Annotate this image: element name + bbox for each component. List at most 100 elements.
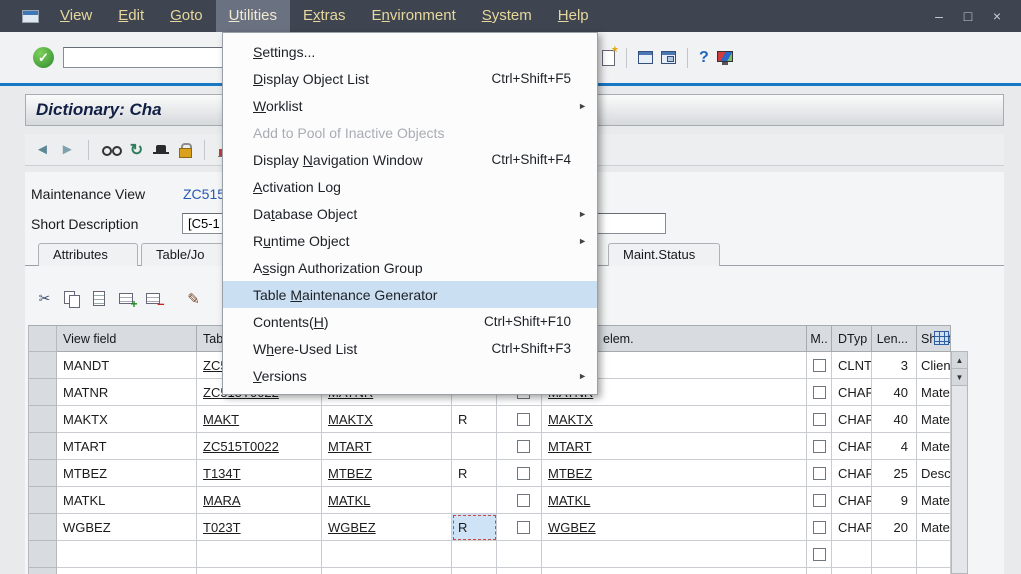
- row-selector[interactable]: [29, 568, 57, 574]
- menu-item[interactable]: Display Object List Ctrl+Shift+F5 ►: [223, 65, 597, 92]
- menu-item[interactable]: Where-Used List Ctrl+Shift+F3 ►: [223, 335, 597, 362]
- menu-item[interactable]: Display Navigation Window Ctrl+Shift+F4 …: [223, 146, 597, 173]
- minimize-icon[interactable]: –: [931, 8, 947, 24]
- tab-maint-status[interactable]: Maint.Status: [608, 243, 720, 266]
- cell-data-element-link[interactable]: MATKL: [542, 487, 807, 514]
- menu-item[interactable]: Contents(H) Ctrl+Shift+F10 ►: [223, 308, 597, 335]
- paste-icon[interactable]: [87, 288, 110, 309]
- cell-data-element-link[interactable]: [542, 541, 807, 568]
- cell-view-field[interactable]: [57, 568, 197, 574]
- menubar-item[interactable]: System: [469, 0, 545, 32]
- tab-attributes[interactable]: Attributes: [38, 243, 138, 266]
- cell-data-element-link[interactable]: MTBEZ: [542, 460, 807, 487]
- mod-checkbox[interactable]: [517, 493, 530, 507]
- new-session-icon[interactable]: [602, 44, 619, 66]
- copy-icon[interactable]: [60, 288, 83, 309]
- cell-key[interactable]: [452, 433, 497, 460]
- menubar-item[interactable]: Edit: [105, 0, 157, 32]
- row-selector[interactable]: [29, 406, 57, 433]
- mod-checkbox[interactable]: [517, 439, 530, 453]
- cell-data-element-link[interactable]: MTART: [542, 433, 807, 460]
- m-checkbox[interactable]: [812, 412, 826, 426]
- menubar-item[interactable]: Utilities: [215, 0, 290, 32]
- m-checkbox[interactable]: [812, 358, 826, 372]
- cell-view-field[interactable]: MANDT: [57, 352, 197, 379]
- menu-item[interactable]: Activation Log ►: [223, 173, 597, 200]
- menu-item[interactable]: Table Maintenance Generator ►: [223, 281, 597, 308]
- cell-data-element-link[interactable]: [542, 568, 807, 574]
- cell-key[interactable]: R: [452, 514, 497, 541]
- maximize-icon[interactable]: □: [960, 8, 976, 24]
- mod-checkbox[interactable]: [517, 412, 530, 426]
- cell-key[interactable]: R: [452, 406, 497, 433]
- menubar-item[interactable]: View: [47, 0, 105, 32]
- m-checkbox[interactable]: [812, 466, 826, 480]
- cell-view-field[interactable]: MATKL: [57, 487, 197, 514]
- cell-view-field[interactable]: [57, 541, 197, 568]
- system-menu-icon[interactable]: [22, 9, 39, 23]
- menubar-item[interactable]: Environment: [359, 0, 469, 32]
- close-icon[interactable]: ×: [989, 8, 1005, 24]
- cell-view-field[interactable]: MTART: [57, 433, 197, 460]
- shortcut-window-icon[interactable]: [661, 51, 676, 64]
- menu-item[interactable]: Add to Pool of Inactive Objects ►: [223, 119, 597, 146]
- maintenance-view-value[interactable]: ZC515: [183, 186, 225, 202]
- m-checkbox[interactable]: [812, 439, 826, 453]
- m-checkbox[interactable]: [812, 493, 826, 507]
- row-selector[interactable]: [29, 433, 57, 460]
- menu-item[interactable]: Database Object ►: [223, 200, 597, 227]
- insert-row-icon[interactable]: [114, 288, 138, 311]
- help-icon[interactable]: [699, 49, 709, 67]
- cell-table-link[interactable]: ZC515T0022: [197, 433, 322, 460]
- cell-view-field[interactable]: WGBEZ: [57, 514, 197, 541]
- display-change-icon[interactable]: [101, 143, 122, 156]
- menubar-item[interactable]: Extras: [290, 0, 359, 32]
- layout-icon[interactable]: [716, 50, 733, 65]
- cell-table-link[interactable]: [197, 568, 322, 574]
- m-checkbox[interactable]: [812, 547, 826, 561]
- cell-field-link[interactable]: [322, 568, 452, 574]
- cell-field-link[interactable]: WGBEZ: [322, 514, 452, 541]
- m-checkbox[interactable]: [812, 385, 826, 399]
- hat-icon[interactable]: [153, 144, 170, 156]
- command-field[interactable]: [63, 47, 233, 68]
- cell-field-link[interactable]: MATKL: [322, 487, 452, 514]
- forward-icon[interactable]: [60, 141, 75, 158]
- scroll-up-icon[interactable]: [952, 352, 967, 369]
- table-settings-icon[interactable]: [934, 331, 949, 345]
- row-selector[interactable]: [29, 460, 57, 487]
- create-shortcut-icon[interactable]: [638, 51, 653, 64]
- cell-data-element-link[interactable]: MAKTX: [542, 406, 807, 433]
- cell-data-element-link[interactable]: WGBEZ: [542, 514, 807, 541]
- cell-key[interactable]: [452, 568, 497, 574]
- cell-field-link[interactable]: [322, 541, 452, 568]
- cell-table-link[interactable]: MARA: [197, 487, 322, 514]
- lock-icon[interactable]: [179, 142, 193, 158]
- row-selector[interactable]: [29, 379, 57, 406]
- menu-item[interactable]: Assign Authorization Group ►: [223, 254, 597, 281]
- cell-key[interactable]: [452, 541, 497, 568]
- cell-table-link[interactable]: [197, 541, 322, 568]
- menu-item[interactable]: Versions ►: [223, 362, 597, 389]
- cell-table-link[interactable]: T023T: [197, 514, 322, 541]
- scroll-down-icon[interactable]: [952, 369, 967, 386]
- menu-item[interactable]: Settings... ►: [223, 38, 597, 65]
- cell-field-link[interactable]: MTART: [322, 433, 452, 460]
- cell-key[interactable]: R: [452, 460, 497, 487]
- row-selector[interactable]: [29, 514, 57, 541]
- cell-view-field[interactable]: MTBEZ: [57, 460, 197, 487]
- cell-view-field[interactable]: MATNR: [57, 379, 197, 406]
- vertical-scrollbar[interactable]: [951, 351, 968, 574]
- m-checkbox[interactable]: [812, 520, 826, 534]
- cell-key[interactable]: [452, 487, 497, 514]
- pencil-icon[interactable]: [182, 288, 205, 309]
- cell-view-field[interactable]: MAKTX: [57, 406, 197, 433]
- back-icon[interactable]: [35, 141, 50, 158]
- cell-field-link[interactable]: MAKTX: [322, 406, 452, 433]
- row-selector[interactable]: [29, 352, 57, 379]
- menubar-item[interactable]: Help: [545, 0, 602, 32]
- mod-checkbox[interactable]: [517, 466, 530, 480]
- mod-checkbox[interactable]: [517, 520, 530, 534]
- menu-item[interactable]: Worklist ►: [223, 92, 597, 119]
- row-selector[interactable]: [29, 541, 57, 568]
